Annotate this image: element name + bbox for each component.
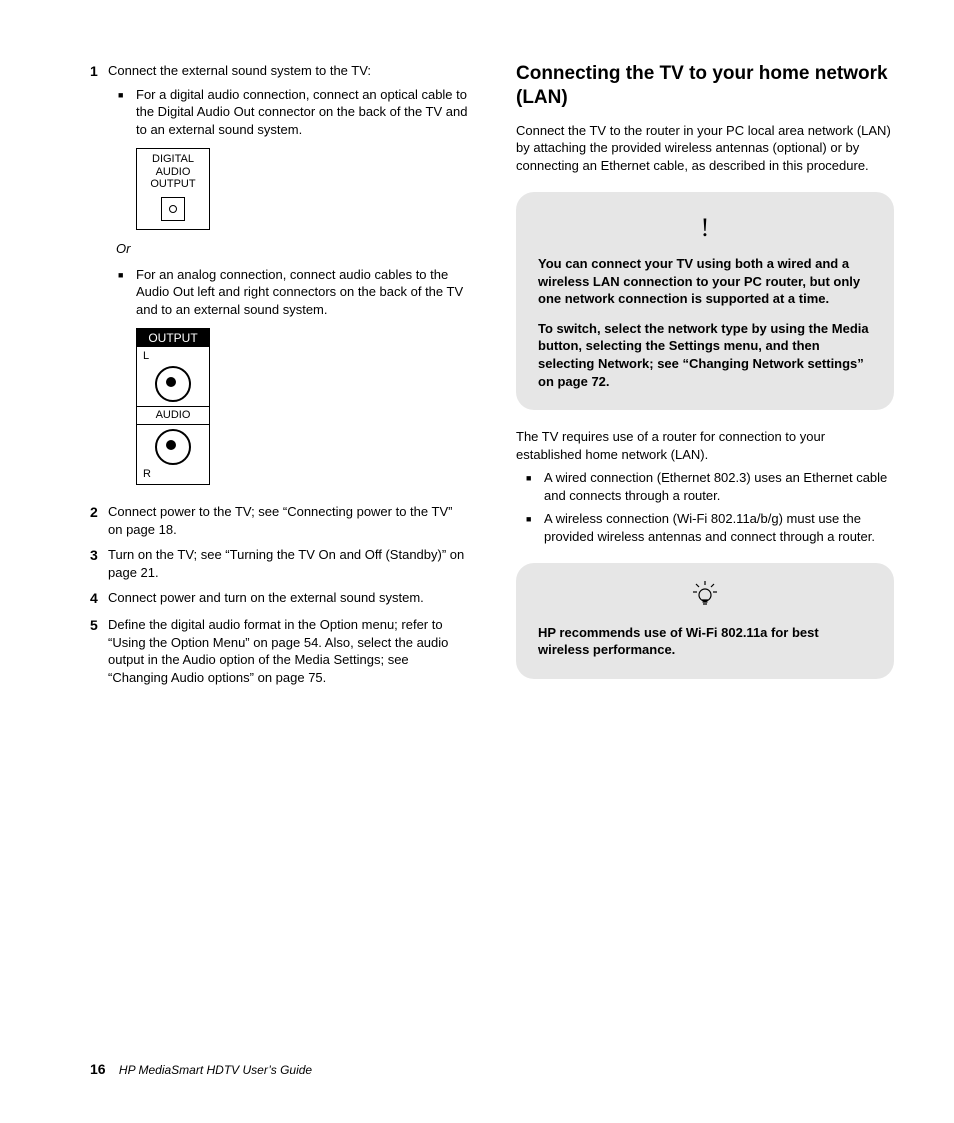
optical-port-icon <box>161 197 185 221</box>
bullet-digital: ■ For a digital audio connection, connec… <box>118 86 468 139</box>
warning-icon: ! <box>701 213 710 242</box>
analog-output-diagram: OUTPUT L AUDIO R <box>136 328 210 485</box>
step-number: 3 <box>90 546 108 581</box>
step-1: 1 Connect the external sound system to t… <box>90 62 468 495</box>
right-column: Connecting the TV to your home network (… <box>516 62 894 697</box>
callout-text: You can connect your TV using both a wir… <box>538 255 872 308</box>
step-number: 4 <box>90 589 108 608</box>
left-column: 1 Connect the external sound system to t… <box>90 62 468 697</box>
rca-jack-icon <box>155 429 191 465</box>
callout-text: HP recommends use of Wi-Fi 802.11a for b… <box>538 624 872 659</box>
step-2: 2 Connect power to the TV; see “Connecti… <box>90 503 468 538</box>
digital-audio-output-diagram: DIGITAL AUDIO OUTPUT <box>136 148 210 230</box>
step-number: 2 <box>90 503 108 538</box>
step-number: 5 <box>90 616 108 686</box>
square-bullet-icon: ■ <box>526 510 544 545</box>
tip-callout: HP recommends use of Wi-Fi 802.11a for b… <box>516 563 894 679</box>
square-bullet-icon: ■ <box>118 266 136 319</box>
step-3: 3 Turn on the TV; see “Turning the TV On… <box>90 546 468 581</box>
bullet-text: A wired connection (Ethernet 802.3) uses… <box>544 469 894 504</box>
step-5: 5 Define the digital audio format in the… <box>90 616 468 686</box>
page-number: 16 <box>90 1061 106 1077</box>
diagram-label: L <box>143 349 203 364</box>
bullet-text: For a digital audio connection, connect … <box>136 86 468 139</box>
page-footer: 16 HP MediaSmart HDTV User’s Guide <box>90 1060 312 1079</box>
diagram-label: DIGITAL <box>137 153 209 166</box>
bullet-text: For an analog connection, connect audio … <box>136 266 468 319</box>
document-title: HP MediaSmart HDTV User’s Guide <box>119 1063 312 1077</box>
step-text: Connect the external sound system to the… <box>108 62 468 80</box>
step-4: 4 Connect power and turn on the external… <box>90 589 468 608</box>
section-heading: Connecting the TV to your home network (… <box>516 62 894 110</box>
step-number: 1 <box>90 62 108 495</box>
or-label: Or <box>116 240 468 258</box>
step-text: Connect power and turn on the external s… <box>108 589 468 608</box>
bullet-analog: ■ For an analog connection, connect audi… <box>118 266 468 319</box>
diagram-label: R <box>143 467 203 482</box>
diagram-label: OUTPUT <box>137 178 209 191</box>
bullet-wired: ■ A wired connection (Ethernet 802.3) us… <box>526 469 894 504</box>
callout-text: To switch, select the network type by us… <box>538 320 872 390</box>
diagram-label: AUDIO <box>137 166 209 179</box>
square-bullet-icon: ■ <box>118 86 136 139</box>
intro-text: Connect the TV to the router in your PC … <box>516 122 894 175</box>
diagram-label: OUTPUT <box>137 329 209 347</box>
bullet-wireless: ■ A wireless connection (Wi-Fi 802.11a/b… <box>526 510 894 545</box>
lightbulb-icon <box>691 581 719 609</box>
square-bullet-icon: ■ <box>526 469 544 504</box>
paragraph: The TV requires use of a router for conn… <box>516 428 894 463</box>
step-text: Connect power to the TV; see “Connecting… <box>108 503 468 538</box>
warning-callout: ! You can connect your TV using both a w… <box>516 192 894 410</box>
bullet-text: A wireless connection (Wi-Fi 802.11a/b/g… <box>544 510 894 545</box>
step-text: Define the digital audio format in the O… <box>108 616 468 686</box>
rca-jack-icon <box>155 366 191 402</box>
diagram-label: AUDIO <box>137 406 209 425</box>
step-text: Turn on the TV; see “Turning the TV On a… <box>108 546 468 581</box>
